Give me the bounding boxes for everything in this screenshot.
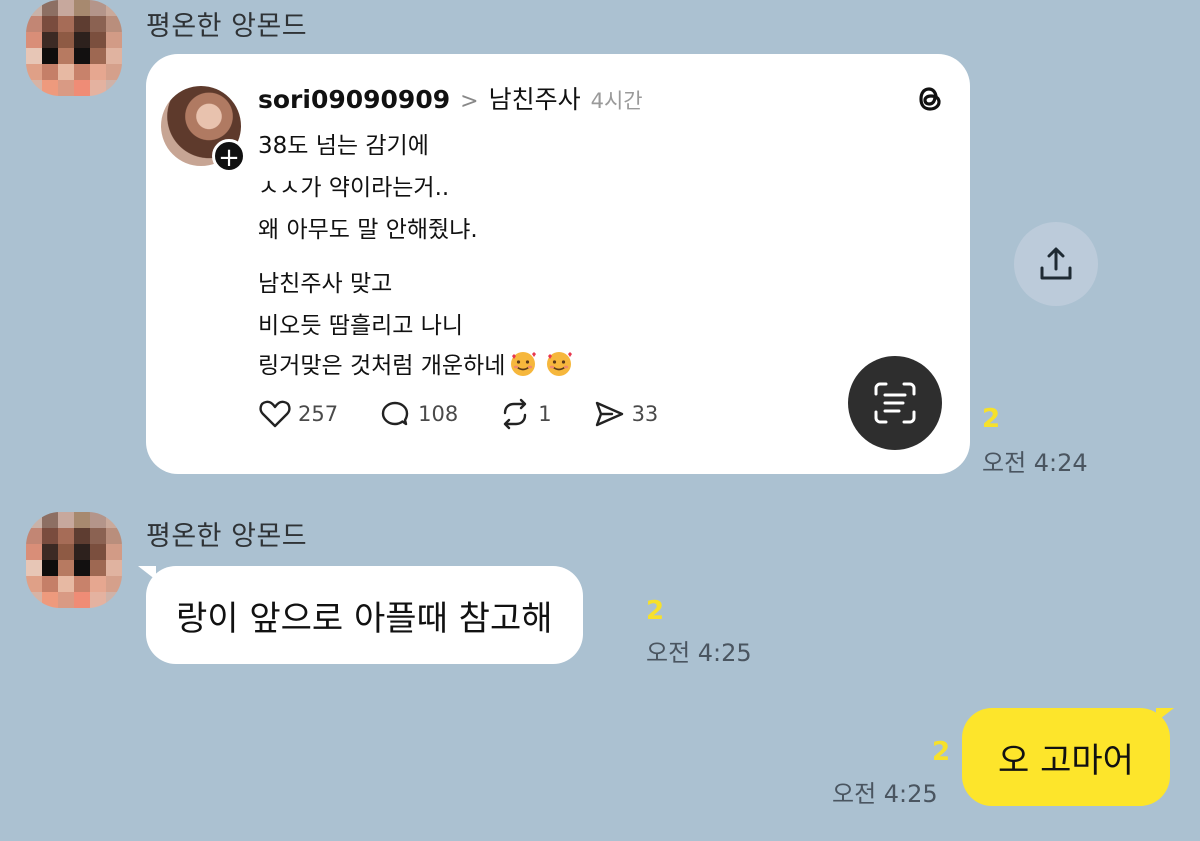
follow-plus-icon[interactable]: +: [212, 139, 246, 173]
repost-icon: [503, 398, 527, 430]
message-time: 오전 4:24: [982, 449, 1088, 477]
post-text-line: ㅅㅅ가 약이라는거..: [258, 175, 450, 201]
comment-icon: [381, 401, 409, 426]
post-text-line: 38도 넘는 감기에: [258, 133, 429, 159]
send-stat[interactable]: 33: [592, 397, 659, 431]
smiling-face-with-hearts-icon: [511, 352, 537, 376]
unread-count: 2: [646, 596, 665, 626]
post-header: sori09090909 > 남친주사 4시간: [258, 80, 643, 116]
reply-count: 108: [418, 402, 459, 426]
message-time: 오전 4:25: [646, 639, 752, 667]
post-text-line: 왜 아무도 말 안해줬냐.: [258, 217, 478, 243]
repost-count: 1: [538, 402, 552, 426]
post-text-line: 링거맞은 것처럼 개운하네: [258, 353, 506, 379]
heart-icon: [259, 400, 291, 428]
sender-name: 평온한 앙몬드: [146, 11, 308, 42]
post-topic[interactable]: 남친주사: [489, 80, 581, 116]
post-text-line-with-emoji: 링거맞은 것처럼 개운하네: [258, 346, 573, 380]
share-count: 33: [631, 402, 659, 426]
post-time: 4시간: [590, 89, 643, 113]
message-time: 오전 4:25: [832, 780, 938, 808]
like-count: 257: [298, 402, 339, 426]
post-username[interactable]: sori09090909: [258, 85, 450, 114]
outgoing-message-bubble[interactable]: 오 고마어: [962, 708, 1170, 806]
post-stats: 257 108 1 33: [258, 397, 698, 431]
sender-avatar[interactable]: [26, 0, 122, 96]
share-upload-icon: [1040, 247, 1072, 280]
reply-stat[interactable]: 108: [378, 397, 458, 431]
unread-count: 2: [982, 404, 1001, 434]
post-text-line: 비오듯 땀흘리고 나니: [258, 313, 464, 339]
smiling-face-with-hearts-icon: [547, 352, 573, 376]
sender-avatar[interactable]: [26, 512, 122, 608]
text-scan-button[interactable]: [848, 356, 942, 450]
threads-logo-icon: [919, 87, 941, 111]
unread-count: 2: [932, 737, 951, 767]
text-scan-icon: [874, 382, 916, 424]
sender-name: 평온한 앙몬드: [146, 521, 308, 552]
share-button[interactable]: [1014, 222, 1098, 306]
like-stat[interactable]: 257: [258, 397, 338, 431]
incoming-message-bubble[interactable]: 랑이 앞으로 아플때 참고해: [146, 566, 583, 664]
send-icon: [595, 401, 623, 427]
repost-stat[interactable]: 1: [498, 397, 552, 431]
chevron-right-icon: >: [460, 89, 479, 114]
shared-post-card[interactable]: + sori09090909 > 남친주사 4시간 38도 넘는 감기에 ㅅㅅ가…: [146, 54, 970, 474]
post-text-line: 남친주사 맞고: [258, 271, 393, 297]
